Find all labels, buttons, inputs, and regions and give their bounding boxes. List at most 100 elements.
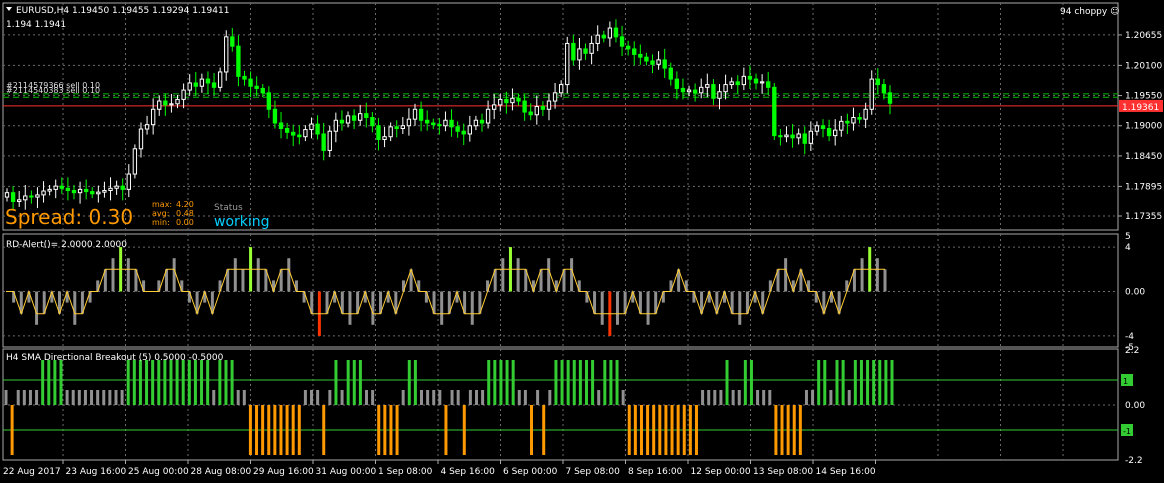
candle-body — [23, 195, 28, 201]
candle-body — [345, 115, 351, 124]
candle-body — [644, 56, 649, 62]
candle-body — [613, 27, 619, 38]
candle-body — [595, 34, 600, 44]
candle-body — [522, 100, 527, 113]
status-label: Status — [214, 203, 243, 213]
candle-body — [619, 36, 625, 47]
candle-body — [747, 75, 753, 80]
candle-body — [272, 108, 278, 124]
candle-body — [729, 81, 734, 86]
candle-body — [77, 188, 83, 194]
x-tick-label: 8 Sep 16:00 — [628, 467, 683, 477]
candle-body — [431, 122, 436, 126]
candle-body — [711, 84, 716, 99]
candle-body — [230, 36, 235, 47]
candle-body — [699, 86, 704, 94]
x-tick-label: 7 Sep 08:00 — [566, 467, 621, 477]
candle-body — [510, 97, 515, 104]
symbol-line: EURUSD,H4 1.19450 1.19455 1.19294 1.1941… — [16, 6, 229, 16]
candle-body — [242, 75, 247, 80]
candle-body — [833, 129, 838, 137]
candle-body — [705, 84, 710, 88]
candle-body — [534, 106, 539, 116]
candle-body — [498, 98, 503, 106]
candle-body — [90, 191, 95, 195]
candle-body — [455, 126, 460, 132]
chart-canvas[interactable]: 1.206551.201001.195501.190001.184501.178… — [0, 0, 1164, 483]
indicator1-label: RD-Alert()= 2.0000 2.0000 — [6, 240, 127, 250]
candle-body — [309, 123, 314, 131]
candle-body — [491, 104, 497, 110]
candle-body — [461, 130, 466, 135]
indicator1-y-label: 5 — [1125, 232, 1131, 242]
x-tick-label: 1 Sep 08:00 — [378, 467, 433, 477]
candle-body — [443, 119, 448, 127]
candle-body — [102, 189, 107, 193]
candle-body — [260, 87, 265, 94]
x-tick-label: 22 Aug 2017 — [3, 467, 61, 477]
candle-body — [741, 75, 747, 86]
candle-body — [875, 78, 880, 86]
order-label: #2114540383 sell 0.10 — [6, 86, 100, 95]
candle-body — [650, 60, 655, 65]
candle-body — [351, 115, 357, 121]
candle-body — [144, 124, 150, 130]
candle-body — [291, 131, 296, 136]
candle-body — [485, 108, 491, 124]
candle-body — [826, 127, 832, 137]
indicator2-y-label: -2.2 — [1125, 456, 1143, 466]
candle-body — [10, 192, 16, 202]
indicator1-y-label: 4 — [1125, 243, 1131, 253]
x-tick-label: 14 Sep 16:00 — [816, 467, 876, 477]
candle-body — [126, 173, 131, 190]
candle-body — [449, 119, 454, 128]
candle-body — [467, 125, 472, 135]
candle-body — [583, 48, 588, 54]
candle-body — [845, 120, 850, 124]
indicator2-label: H4 SMA Directional Breakout (5) 0.5000 -… — [6, 353, 224, 363]
candle-body — [35, 194, 40, 198]
candle-body — [217, 71, 223, 88]
candle-body — [437, 124, 442, 127]
candle-body — [546, 100, 552, 110]
candle-body — [632, 48, 637, 55]
candle-body — [692, 89, 698, 94]
candle-body — [479, 119, 485, 124]
candle-body — [863, 108, 868, 120]
candle-body — [565, 42, 570, 86]
candle-body — [425, 119, 430, 124]
sub-line: 1.194 1.1941 — [6, 20, 66, 30]
candle-body — [364, 113, 369, 119]
candle-body — [4, 192, 10, 198]
candle-body — [772, 86, 777, 137]
indicator1-pane-frame — [2, 233, 1119, 348]
x-tick-label: 6 Sep 00:00 — [503, 467, 558, 477]
candle-body — [571, 42, 576, 61]
chart-menu-triangle-icon — [6, 7, 12, 11]
candle-body — [114, 185, 119, 189]
candle-body — [674, 78, 680, 89]
candle-body — [163, 100, 168, 106]
candle-body — [394, 126, 399, 129]
candle-body — [96, 191, 101, 195]
candle-body — [839, 120, 844, 131]
candle-body — [376, 125, 381, 140]
candle-body — [224, 36, 229, 73]
candle-body — [199, 78, 205, 87]
candle-body — [388, 126, 393, 138]
spread-max-value: 4.20 — [176, 200, 194, 209]
candle-body — [766, 81, 771, 88]
candle-body — [412, 108, 418, 120]
spread-avg-label: avg: — [152, 209, 169, 218]
candle-body — [656, 59, 661, 65]
candle-body — [668, 67, 673, 80]
candle-body — [71, 189, 77, 194]
candle-body — [17, 199, 22, 202]
indicator2-y-label: 2.2 — [1125, 346, 1139, 356]
candle-body — [753, 78, 759, 84]
candle-body — [150, 108, 156, 126]
indicator1-y-label: -4 — [1125, 332, 1134, 342]
candle-body — [735, 81, 740, 86]
x-tick-label: 29 Aug 16:00 — [253, 467, 314, 477]
candle-body — [29, 195, 34, 198]
